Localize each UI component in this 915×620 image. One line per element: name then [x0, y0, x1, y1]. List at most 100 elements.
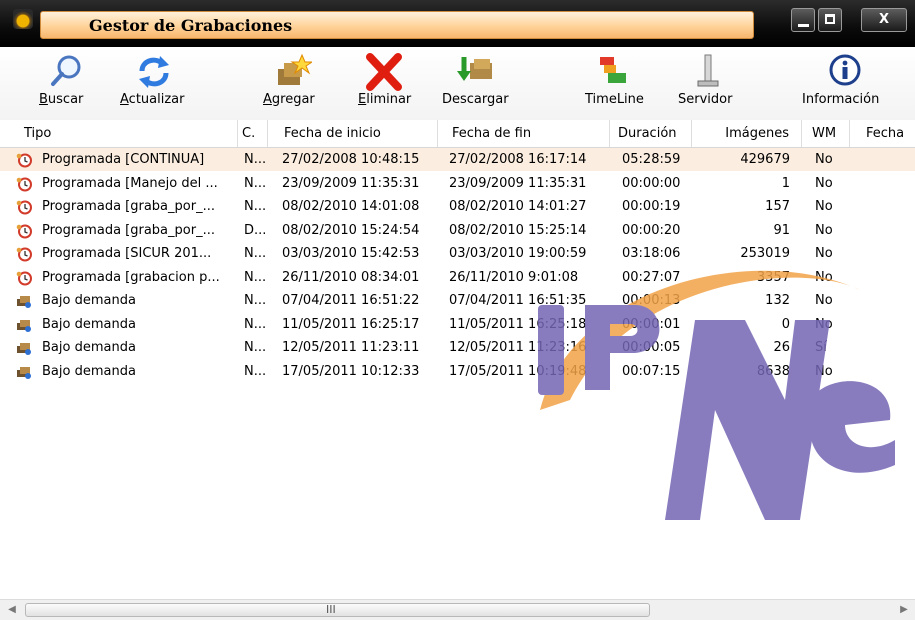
on-demand-icon — [16, 364, 32, 380]
scheduled-clock-icon — [16, 223, 32, 239]
cell-inicio: 03/03/2010 15:42:53 — [282, 246, 420, 261]
cell-wm: No — [815, 269, 833, 285]
cell-wm: No — [815, 199, 833, 214]
recordings-list: Programada [CONTINUA] N... 27/02/2008 10:4… — [0, 148, 915, 598]
close-icon: X — [878, 12, 890, 27]
cell-imagenes: 26 — [773, 340, 790, 355]
cell-fin: 08/02/2010 14:01:27 — [449, 199, 587, 214]
maximize-button[interactable] — [818, 8, 842, 32]
table-row[interactable]: Programada [Manejo del ... N... 23/09/2009… — [0, 172, 915, 195]
red-x-icon — [366, 53, 402, 91]
scroll-right-arrow-icon[interactable]: ▶ — [897, 603, 911, 617]
column-header-wm[interactable]: WM — [802, 120, 850, 147]
cell-fin: 23/09/2009 11:35:31 — [449, 175, 587, 191]
buscar-label: Buscar — [39, 92, 84, 107]
scrollbar-grip: III — [326, 603, 336, 616]
informacion-button[interactable]: Información — [800, 51, 895, 115]
on-demand-icon — [16, 317, 32, 333]
minimize-button[interactable] — [791, 8, 815, 32]
table-row[interactable]: Programada [grabacion p... N... 26/11/2010… — [0, 266, 915, 289]
column-header-fecha[interactable]: Fecha — [850, 120, 915, 147]
scheduled-clock-icon — [16, 152, 32, 168]
refresh-arrows-icon — [139, 56, 169, 88]
cell-duracion: 03:18:06 — [622, 246, 681, 261]
cell-c: N... — [244, 269, 266, 285]
timeline-button[interactable]: TimeLine — [584, 51, 654, 115]
cell-tipo: Programada [graba_por_... — [42, 199, 215, 214]
table-row[interactable]: Programada [graba_por_... D... 08/02/2010 … — [0, 219, 915, 242]
cell-c: N... — [244, 316, 266, 332]
title-bar[interactable]: Gestor de Grabaciones X — [0, 0, 915, 47]
column-header-imagenes[interactable]: Imágenes — [692, 120, 802, 147]
servidor-label: Servidor — [678, 92, 733, 107]
table-row[interactable]: Bajo demanda N... 17/05/2011 10:12:33 17/05… — [0, 360, 915, 383]
servidor-button[interactable]: Servidor — [676, 51, 742, 115]
cell-wm: No — [815, 363, 833, 379]
cell-imagenes: 429679 — [740, 152, 790, 167]
cell-c: N... — [244, 363, 266, 379]
scroll-left-arrow-icon[interactable]: ◀ — [5, 603, 19, 617]
cell-fin: 07/04/2011 16:51:35 — [449, 293, 587, 308]
cell-wm: No — [815, 293, 833, 308]
cell-tipo: Bajo demanda — [42, 293, 136, 308]
cell-wm: No — [815, 222, 833, 238]
table-row[interactable]: Bajo demanda N... 11/05/2011 16:25:17 11/05… — [0, 313, 915, 336]
agregar-label: Agregar — [263, 92, 315, 107]
cell-duracion: 00:00:19 — [622, 199, 681, 214]
cell-inicio: 26/11/2010 08:34:01 — [282, 269, 420, 285]
cell-tipo: Programada [grabacion p... — [42, 269, 220, 285]
buscar-button[interactable]: Buscar — [36, 51, 96, 115]
scrollbar-thumb[interactable]: III — [25, 603, 650, 617]
cell-tipo: Programada [graba_por_... — [42, 222, 215, 238]
table-row[interactable]: Programada [SICUR 201... N... 03/03/2010 1… — [0, 242, 915, 265]
app-window: Gestor de Grabaciones X Buscar Actualiza… — [0, 0, 915, 620]
cell-wm: No — [815, 152, 833, 167]
cell-fin: 26/11/2010 9:01:08 — [449, 269, 579, 285]
column-header-duracion[interactable]: Duración — [610, 120, 692, 147]
actualizar-button[interactable]: Actualizar — [118, 51, 198, 115]
cell-inicio: 27/02/2008 10:48:15 — [282, 152, 420, 167]
cell-wm: Sí — [815, 340, 827, 355]
column-header-tipo[interactable]: Tipo — [10, 120, 238, 147]
close-button[interactable]: X — [861, 8, 907, 32]
cell-wm: No — [815, 316, 833, 332]
cell-tipo: Programada [SICUR 201... — [42, 246, 212, 261]
cell-imagenes: 91 — [773, 222, 790, 238]
column-header-fecha-fin[interactable]: Fecha de fin — [438, 120, 610, 147]
cell-imagenes: 253019 — [740, 246, 790, 261]
cell-inicio: 08/02/2010 14:01:08 — [282, 199, 420, 214]
eliminar-button[interactable]: Eliminar — [356, 51, 418, 115]
cell-inicio: 12/05/2011 11:23:11 — [282, 340, 420, 355]
cell-c: N... — [244, 175, 266, 191]
cell-c: D... — [244, 222, 266, 238]
table-row[interactable]: Programada [graba_por_... N... 08/02/2010 … — [0, 195, 915, 218]
cell-c: N... — [244, 293, 266, 308]
cell-duracion: 00:00:20 — [622, 222, 681, 238]
info-icon — [829, 54, 861, 86]
agregar-button[interactable]: Agregar — [262, 51, 326, 115]
app-icon[interactable] — [13, 9, 33, 29]
cell-imagenes: 157 — [765, 199, 790, 214]
cell-duracion: 00:07:15 — [622, 363, 681, 379]
scheduled-clock-icon — [16, 246, 32, 262]
cell-inicio: 23/09/2009 11:35:31 — [282, 175, 420, 191]
column-header-c[interactable]: C. — [238, 120, 268, 147]
descargar-label: Descargar — [442, 92, 509, 107]
scheduled-clock-icon — [16, 270, 32, 286]
timeline-icon — [600, 57, 626, 83]
table-row[interactable]: Bajo demanda N... 07/04/2011 16:51:22 07/04… — [0, 289, 915, 312]
table-row[interactable]: Bajo demanda N... 12/05/2011 11:23:11 12/05… — [0, 336, 915, 359]
cell-inicio: 11/05/2011 16:25:17 — [282, 316, 420, 332]
cell-tipo: Programada [CONTINUA] — [42, 152, 205, 167]
minimize-icon — [798, 24, 809, 27]
cell-fin: 03/03/2010 19:00:59 — [449, 246, 587, 261]
informacion-label: Información — [802, 92, 880, 107]
column-header-fecha-inicio[interactable]: Fecha de inicio — [268, 120, 438, 147]
descargar-button[interactable]: Descargar — [442, 51, 518, 115]
horizontal-scrollbar[interactable]: ◀ III ▶ — [0, 599, 915, 620]
actualizar-label: Actualizar — [120, 92, 185, 107]
table-row[interactable]: Programada [CONTINUA] N... 27/02/2008 10:4… — [0, 148, 915, 171]
cell-fin: 08/02/2010 15:25:14 — [449, 222, 587, 238]
cell-tipo: Bajo demanda — [42, 363, 136, 379]
on-demand-icon — [16, 293, 32, 309]
